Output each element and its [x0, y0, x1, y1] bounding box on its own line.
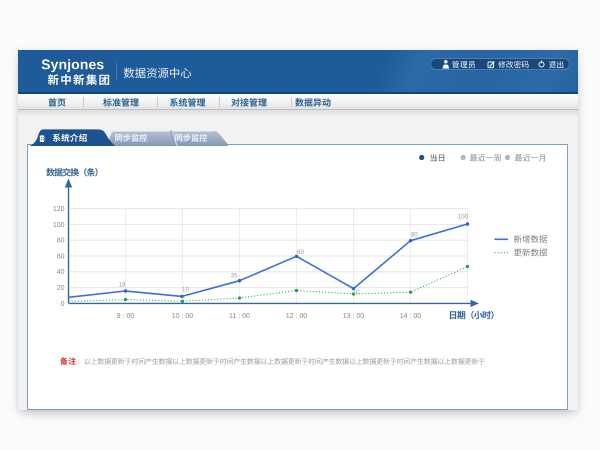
svg-text:20: 20: [57, 285, 65, 292]
svg-text:60: 60: [297, 249, 304, 256]
svg-text:10 : 00: 10 : 00: [172, 313, 194, 320]
svg-text:13 : 00: 13 : 00: [343, 313, 365, 320]
svg-text:80: 80: [411, 232, 418, 239]
svg-text:100: 100: [458, 214, 469, 221]
svg-text:40: 40: [57, 269, 65, 276]
svg-text:14 : 00: 14 : 00: [400, 313, 422, 320]
svg-text:100: 100: [53, 222, 65, 229]
svg-text:11 : 00: 11 : 00: [229, 313, 250, 320]
svg-text:10: 10: [353, 289, 360, 296]
svg-text:10: 10: [182, 286, 189, 293]
svg-text:60: 60: [57, 253, 65, 260]
svg-text:0: 0: [61, 301, 65, 308]
svg-text:120: 120: [53, 206, 65, 213]
svg-text:12 : 00: 12 : 00: [286, 313, 308, 320]
svg-text:80: 80: [57, 238, 65, 245]
svg-text:9 : 00: 9 : 00: [117, 313, 135, 320]
svg-text:18: 18: [119, 281, 126, 288]
svg-text:35: 35: [231, 273, 238, 280]
